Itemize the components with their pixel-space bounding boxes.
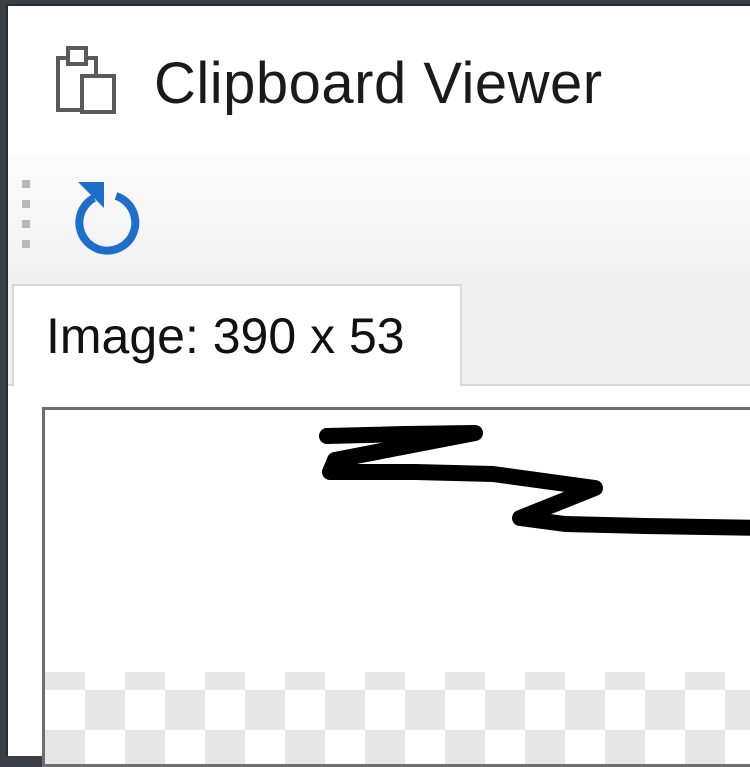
toolbar [8, 156, 750, 274]
window-title: Clipboard Viewer [154, 51, 603, 116]
refresh-icon [75, 182, 140, 255]
clipboard-image [45, 410, 750, 764]
clipboard-icon [56, 46, 116, 114]
title-bar: Clipboard Viewer [8, 6, 750, 156]
tab-image[interactable]: Image: 390 x 53 [12, 284, 462, 386]
preview-area [8, 386, 750, 767]
tab-strip: Image: 390 x 53 [8, 274, 750, 386]
tab-image-label: Image: 390 x 53 [46, 308, 405, 364]
toolbar-grip[interactable] [22, 180, 32, 252]
image-preview [42, 407, 750, 767]
refresh-button[interactable] [64, 176, 144, 256]
clipboard-viewer-window: Clipboard Viewer Image: 390 x 53 [6, 4, 750, 767]
